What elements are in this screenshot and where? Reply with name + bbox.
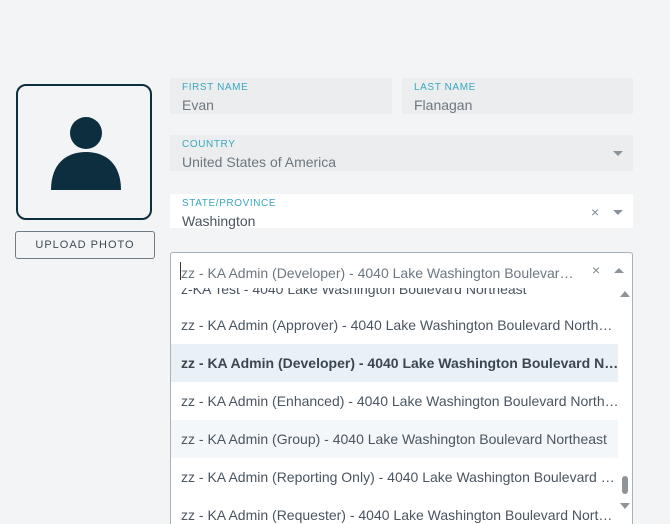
chevron-down-icon[interactable]: [613, 210, 623, 215]
user-silhouette-icon: [51, 117, 121, 190]
list-item[interactable]: zz - KA Admin (Approver) - 4040 Lake Was…: [171, 306, 619, 344]
dropdown-scrollbar[interactable]: [618, 288, 632, 524]
list-item[interactable]: zz - KA Admin (Requester) - 4040 Lake Wa…: [171, 496, 619, 524]
chevron-up-icon[interactable]: [614, 268, 624, 273]
country-value: United States of America: [182, 154, 337, 170]
location-dropdown-list[interactable]: z-KA Test - 4040 Lake Washington Bouleva…: [170, 288, 633, 524]
state-select[interactable]: STATE/PROVINCE Washington ×: [170, 194, 633, 229]
list-item-highlighted[interactable]: zz - KA Admin (Developer) - 4040 Lake Wa…: [171, 344, 619, 382]
clear-icon[interactable]: ×: [591, 205, 599, 219]
avatar-frame: [16, 84, 152, 220]
first-name-label: FIRST NAME: [182, 82, 249, 93]
scroll-thumb[interactable]: [622, 476, 628, 494]
scroll-down-icon[interactable]: [620, 503, 630, 509]
chevron-down-icon[interactable]: [613, 151, 623, 156]
country-select[interactable]: COUNTRY United States of America: [170, 135, 633, 171]
location-select-input[interactable]: zz - KA Admin (Developer) - 4040 Lake Wa…: [170, 252, 633, 288]
first-name-value: Evan: [182, 97, 214, 113]
list-item[interactable]: zz - KA Admin (Reporting Only) - 4040 La…: [171, 458, 619, 496]
first-name-field[interactable]: FIRST NAME Evan: [170, 78, 392, 114]
upload-photo-button[interactable]: UPLOAD PHOTO: [15, 231, 155, 259]
list-item[interactable]: zz - KA Admin (Group) - 4040 Lake Washin…: [171, 420, 619, 458]
scroll-up-icon[interactable]: [620, 291, 630, 297]
state-label: STATE/PROVINCE: [182, 198, 277, 209]
last-name-value: Flanagan: [414, 97, 473, 113]
state-value: Washington: [182, 213, 256, 229]
location-selected-value: zz - KA Admin (Developer) - 4040 Lake Wa…: [181, 265, 581, 281]
country-label: COUNTRY: [182, 139, 236, 150]
clear-icon[interactable]: ×: [592, 263, 600, 277]
last-name-label: LAST NAME: [414, 82, 476, 93]
last-name-field[interactable]: LAST NAME Flanagan: [402, 78, 633, 114]
list-item[interactable]: zz - KA Admin (Enhanced) - 4040 Lake Was…: [171, 382, 619, 420]
list-item[interactable]: z-KA Test - 4040 Lake Washington Bouleva…: [171, 288, 619, 308]
